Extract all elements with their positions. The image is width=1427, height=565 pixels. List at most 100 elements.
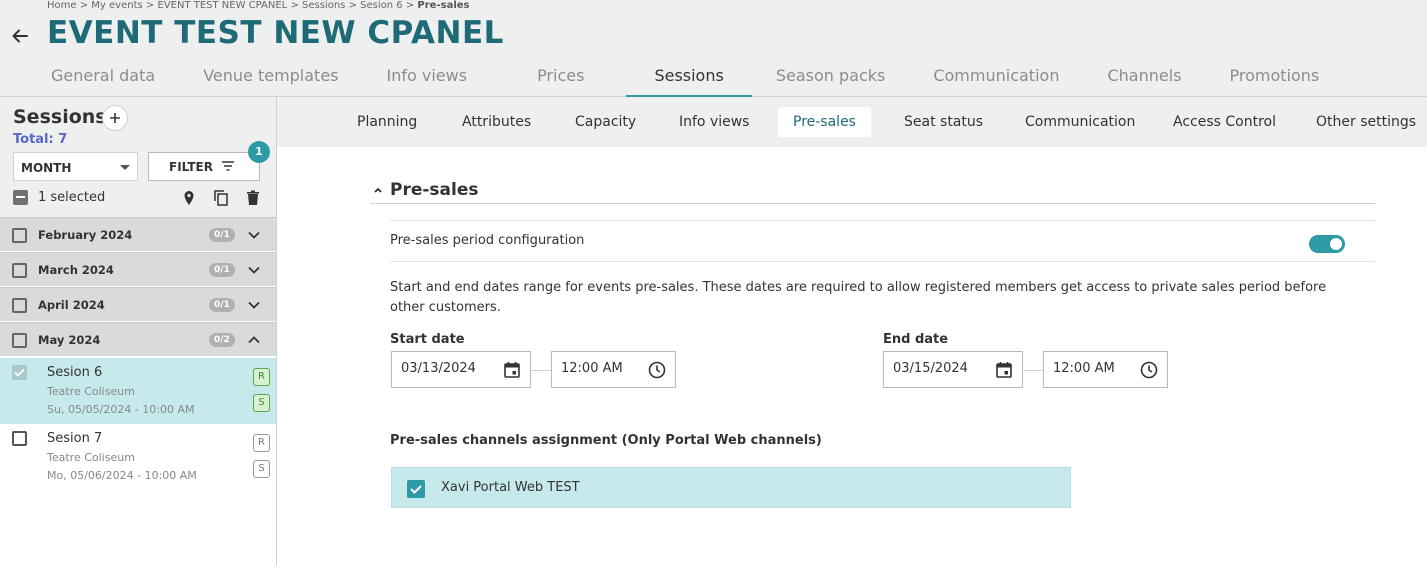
breadcrumb-home[interactable]: Home xyxy=(47,0,77,11)
month-group-may-2024[interactable]: May 2024 0/2 xyxy=(0,322,276,356)
filter-icon xyxy=(222,161,234,171)
sidebar-title: Sessions xyxy=(13,106,107,128)
session-tag-s: S xyxy=(253,460,270,478)
tab-communication[interactable]: Communication xyxy=(909,62,1083,97)
subtab-planning[interactable]: Planning xyxy=(342,107,432,137)
month-count-badge: 0/1 xyxy=(209,263,235,277)
location-pin-icon[interactable] xyxy=(180,189,198,207)
breadcrumb-my-events[interactable]: My events xyxy=(91,0,142,11)
month-label: March 2024 xyxy=(38,263,114,277)
delete-icon[interactable] xyxy=(244,189,262,207)
filter-button[interactable]: FILTER xyxy=(148,152,260,181)
start-date-field[interactable] xyxy=(391,351,531,388)
tab-channels[interactable]: Channels xyxy=(1083,62,1205,97)
breadcrumb-sessions[interactable]: Sessions xyxy=(302,0,345,11)
selected-count: 1 selected xyxy=(38,190,106,205)
session-date: Mo, 05/06/2024 - 10:00 AM xyxy=(47,469,197,482)
tab-info-views[interactable]: Info views xyxy=(363,62,492,97)
page-title: EVENT TEST NEW CPANEL xyxy=(47,15,504,51)
start-date-input[interactable] xyxy=(401,361,491,376)
presales-config-toggle[interactable] xyxy=(1309,235,1345,253)
month-checkbox[interactable] xyxy=(12,228,27,243)
month-count-badge: 0/2 xyxy=(209,333,235,347)
month-checkbox[interactable] xyxy=(12,333,27,348)
month-count-badge: 0/1 xyxy=(209,298,235,312)
chevron-down-icon[interactable] xyxy=(247,228,261,242)
subtab-access-control[interactable]: Access Control xyxy=(1158,107,1291,137)
subtab-capacity[interactable]: Capacity xyxy=(560,107,651,137)
back-arrow-icon[interactable] xyxy=(10,26,30,46)
divider xyxy=(390,261,1375,262)
session-venue: Teatre Coliseum xyxy=(47,385,135,398)
subtab-seat-status[interactable]: Seat status xyxy=(889,107,998,137)
subtab-info-views[interactable]: Info views xyxy=(664,107,764,137)
chevron-down-icon[interactable] xyxy=(247,263,261,277)
session-item[interactable]: Sesion 6 Teatre Coliseum Su, 05/05/2024 … xyxy=(0,358,276,424)
session-venue: Teatre Coliseum xyxy=(47,451,135,464)
group-by-select[interactable]: MONTH xyxy=(13,152,138,181)
end-date-label: End date xyxy=(883,332,949,347)
tab-sessions[interactable]: Sessions xyxy=(626,62,753,98)
tab-venue-templates[interactable]: Venue templates xyxy=(179,62,362,97)
breadcrumb-separator: > xyxy=(348,0,357,11)
tab-general-data[interactable]: General data xyxy=(27,62,179,97)
month-checkbox[interactable] xyxy=(12,263,27,278)
plus-icon xyxy=(110,113,120,123)
month-group-april-2024[interactable]: April 2024 0/1 xyxy=(0,287,276,321)
subtab-pre-sales[interactable]: Pre-sales xyxy=(778,107,871,137)
sessions-total: Total: 7 xyxy=(13,132,68,147)
breadcrumb: Home > My events > EVENT TEST NEW CPANEL… xyxy=(47,0,469,11)
section-divider xyxy=(370,203,1375,204)
chevron-down-icon[interactable] xyxy=(247,298,261,312)
session-tag-r: R xyxy=(253,368,270,386)
filter-count-badge: 1 xyxy=(248,141,270,163)
session-name: Sesion 6 xyxy=(47,365,103,380)
end-date-field[interactable] xyxy=(883,351,1023,388)
subtab-other-settings[interactable]: Other settings xyxy=(1301,107,1427,137)
breadcrumb-session[interactable]: Sesion 6 xyxy=(360,0,403,11)
breadcrumb-event[interactable]: EVENT TEST NEW CPANEL xyxy=(157,0,287,11)
select-all-checkbox[interactable] xyxy=(13,190,28,205)
channels-title: Pre-sales channels assignment (Only Port… xyxy=(390,433,822,448)
start-time-field[interactable] xyxy=(551,351,676,388)
channel-row[interactable]: Xavi Portal Web TEST xyxy=(391,467,1071,508)
breadcrumb-separator: > xyxy=(290,0,299,11)
tab-promotions[interactable]: Promotions xyxy=(1205,62,1343,97)
filter-label: FILTER xyxy=(169,160,213,174)
copy-icon[interactable] xyxy=(212,189,230,207)
clock-icon[interactable] xyxy=(647,360,667,380)
session-checkbox[interactable] xyxy=(12,365,27,380)
check-icon xyxy=(410,485,422,494)
session-item[interactable]: Sesion 7 Teatre Coliseum Mo, 05/06/2024 … xyxy=(0,424,276,490)
calendar-icon[interactable] xyxy=(502,360,522,380)
channel-checkbox[interactable] xyxy=(407,480,425,498)
chevron-up-icon[interactable] xyxy=(247,333,261,347)
sidebar-header: Sessions Total: 7 MONTH FILTER 1 1 selec… xyxy=(0,97,276,217)
session-checkbox[interactable] xyxy=(12,431,27,446)
month-group-march-2024[interactable]: March 2024 0/1 xyxy=(0,252,276,286)
subtab-attributes[interactable]: Attributes xyxy=(447,107,546,137)
month-count-badge: 0/1 xyxy=(209,228,235,242)
collapse-caret-icon[interactable] xyxy=(373,185,383,195)
calendar-icon[interactable] xyxy=(994,360,1014,380)
group-by-value: MONTH xyxy=(21,161,72,175)
check-icon xyxy=(12,365,27,380)
sessions-sidebar: Sessions Total: 7 MONTH FILTER 1 1 selec… xyxy=(0,97,277,565)
month-checkbox[interactable] xyxy=(12,298,27,313)
end-date-input[interactable] xyxy=(893,361,983,376)
tab-season-packs[interactable]: Season packs xyxy=(752,62,910,97)
clock-icon[interactable] xyxy=(1139,360,1159,380)
end-time-input[interactable] xyxy=(1053,361,1143,376)
subtab-communication[interactable]: Communication xyxy=(1010,107,1150,137)
month-group-february-2024[interactable]: February 2024 0/1 xyxy=(0,217,276,251)
session-tag-r: R xyxy=(253,434,270,452)
range-separator xyxy=(531,370,551,371)
month-label: May 2024 xyxy=(38,333,101,347)
tab-prices[interactable]: Prices xyxy=(491,62,626,97)
end-time-field[interactable] xyxy=(1043,351,1168,388)
add-session-button[interactable] xyxy=(102,105,128,131)
section-title: Pre-sales xyxy=(390,180,479,200)
session-tag-s: S xyxy=(253,394,270,412)
presales-description: Start and end dates range for events pre… xyxy=(390,280,1327,315)
start-time-input[interactable] xyxy=(561,361,651,376)
